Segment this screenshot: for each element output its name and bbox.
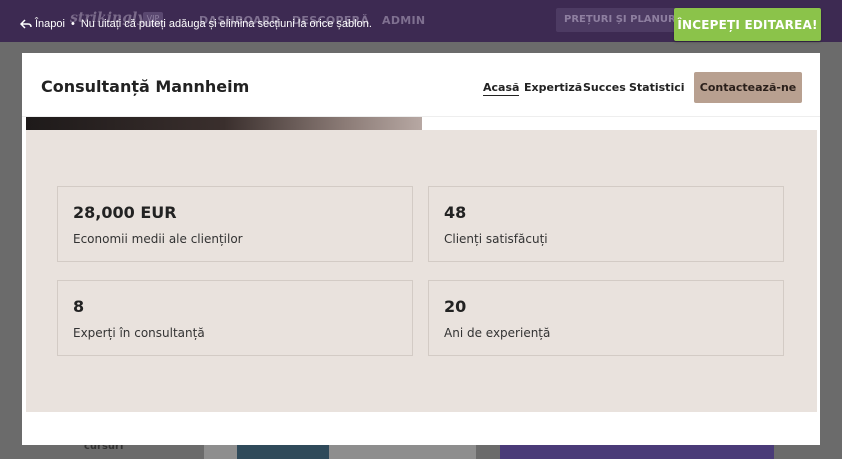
hint-separator: •: [70, 18, 75, 30]
nav-link-statistics[interactable]: Statistici: [629, 81, 685, 94]
start-editing-button[interactable]: ÎNCEPEȚI EDITAREA!: [674, 8, 821, 41]
stat-value: 8: [73, 297, 85, 316]
stat-label: Economii medii ale clienților: [73, 232, 243, 246]
contact-button[interactable]: Contactează-ne: [694, 72, 802, 103]
stat-value: 28,000 EUR: [73, 203, 177, 222]
background-pricing-button: PREȚURI ȘI PLANURI: [556, 8, 678, 32]
hero-image: [26, 117, 422, 131]
background-card: [204, 445, 476, 459]
back-label: Înapoi: [35, 18, 65, 30]
stat-label: Experți în consultanță: [73, 326, 205, 340]
nav-link-expertise[interactable]: Expertiză: [524, 81, 582, 94]
stat-label: Clienți satisfăcuți: [444, 232, 548, 246]
stat-value: 48: [444, 203, 467, 222]
stat-card: 28,000 EUR Economii medii ale clienților: [57, 186, 413, 262]
stat-card: 48 Clienți satisfăcuți: [428, 186, 784, 262]
back-arrow-icon: [20, 19, 32, 29]
hint-message: Nu uitați că puteți adăuga și elimina se…: [80, 18, 372, 30]
template-preview: Consultanță Mannheim Acasă Expertiză Suc…: [22, 53, 820, 445]
background-card: [500, 445, 774, 459]
site-title[interactable]: Consultanță Mannheim: [41, 77, 249, 96]
stat-card: 20 Ani de experiență: [428, 280, 784, 356]
stat-value: 20: [444, 297, 467, 316]
site-header: Consultanță Mannheim Acasă Expertiză Suc…: [22, 53, 820, 117]
nav-link-success[interactable]: Succes: [583, 81, 626, 94]
back-link[interactable]: Înapoi: [20, 18, 65, 30]
stat-card: 8 Experți în consultanță: [57, 280, 413, 356]
background-nav-admin: ADMIN: [382, 14, 426, 27]
stat-label: Ani de experiență: [444, 326, 551, 340]
hint-bar: Înapoi • Nu uitați că puteți adăuga și e…: [20, 18, 372, 30]
nav-link-home[interactable]: Acasă: [483, 81, 520, 96]
stats-section: 28,000 EUR Economii medii ale clienților…: [26, 130, 817, 412]
